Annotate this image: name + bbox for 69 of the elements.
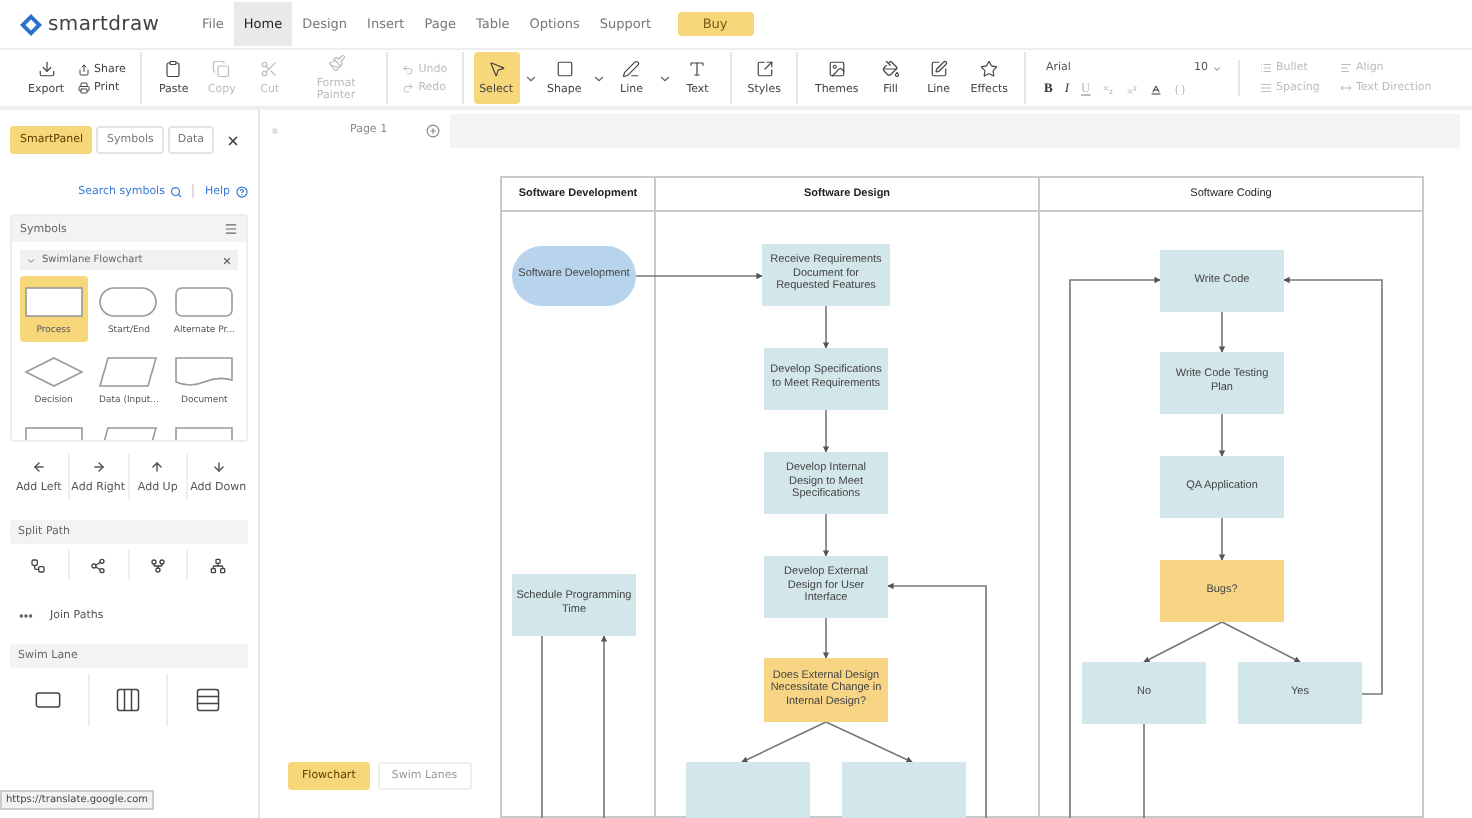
toolbar-icon: [78, 81, 91, 93]
add-page-icon[interactable]: [426, 123, 440, 138]
toolbar-icon: [929, 60, 948, 78]
shape-preview-icon: [172, 284, 237, 320]
logo-text: smartdraw: [48, 13, 160, 35]
close-icon: [225, 133, 240, 147]
shape-preview-icon: [21, 284, 86, 320]
caret-icon[interactable]: [591, 71, 606, 85]
toolbar-icon: [980, 60, 999, 78]
caret-icon[interactable]: [657, 71, 672, 85]
paragraph-icon: [1260, 82, 1272, 94]
toolbar-icon: [37, 60, 55, 78]
connector-arrow: [741, 720, 827, 762]
toolbar-icon: [881, 60, 900, 78]
search-icon[interactable]: [170, 185, 183, 197]
swim-lane-icon[interactable]: [194, 686, 223, 714]
menu-icon[interactable]: [224, 222, 238, 236]
toolbar-icon: [402, 81, 415, 93]
split-path-icon[interactable]: [90, 557, 107, 573]
format-button[interactable]: [1148, 83, 1165, 95]
arrow-icon: [211, 460, 226, 474]
split-path-icon[interactable]: [30, 557, 47, 573]
toolbar-icon: [622, 60, 641, 78]
format-icon: [1126, 83, 1139, 95]
format-icon: [1150, 83, 1163, 95]
connector-arrow: [635, 271, 763, 279]
toolbar-icon: [555, 60, 574, 78]
close-button[interactable]: [225, 133, 240, 147]
swim-lane-icon[interactable]: [34, 686, 63, 714]
shape-preview-icon: [96, 354, 161, 390]
join-icon: [18, 608, 34, 624]
format-icon: [1102, 83, 1115, 95]
toolbar-icon: [827, 60, 846, 78]
toolbar-icon: [212, 60, 231, 78]
close-icon[interactable]: [222, 255, 232, 265]
arrow-icon: [31, 460, 46, 474]
caret-icon: [1212, 63, 1222, 73]
help-icon[interactable]: [236, 185, 248, 197]
toolbar-icon: [164, 60, 183, 78]
paragraph-icon: [1340, 62, 1352, 74]
connector-arrow: [1218, 310, 1226, 352]
connector-arrow: [1218, 412, 1226, 456]
paragraph-icon: [1260, 62, 1272, 74]
connector-arrow: [1218, 516, 1226, 560]
logo-icon: [20, 13, 42, 35]
shape-preview-icon: [172, 354, 237, 390]
arrow-icon: [91, 460, 106, 474]
connector-arrow: [822, 304, 830, 348]
toolbar-icon: [78, 63, 91, 75]
format-icon: [1174, 83, 1187, 95]
caret-icon: [26, 255, 36, 265]
connector-arrow: [822, 616, 830, 658]
toolbar-icon: [487, 60, 506, 78]
toolbar-icon: [755, 60, 774, 78]
shape-preview-icon: [21, 354, 86, 390]
paragraph-icon: [1340, 82, 1352, 94]
toolbar-icon: [688, 60, 707, 78]
shape-preview-icon: [96, 284, 161, 320]
split-path-icon[interactable]: [149, 557, 166, 573]
arrow-icon: [150, 460, 165, 474]
connector-line: [1143, 722, 1145, 818]
connector-arrow: [822, 408, 830, 452]
toolbar-icon: [260, 60, 279, 78]
toolbar-icon: [402, 63, 415, 75]
swim-lane-icon[interactable]: [113, 686, 142, 714]
toolbar-icon: [327, 54, 346, 72]
connector-arrow: [822, 512, 830, 556]
caret-icon[interactable]: [523, 71, 538, 85]
split-path-icon[interactable]: [210, 557, 227, 573]
